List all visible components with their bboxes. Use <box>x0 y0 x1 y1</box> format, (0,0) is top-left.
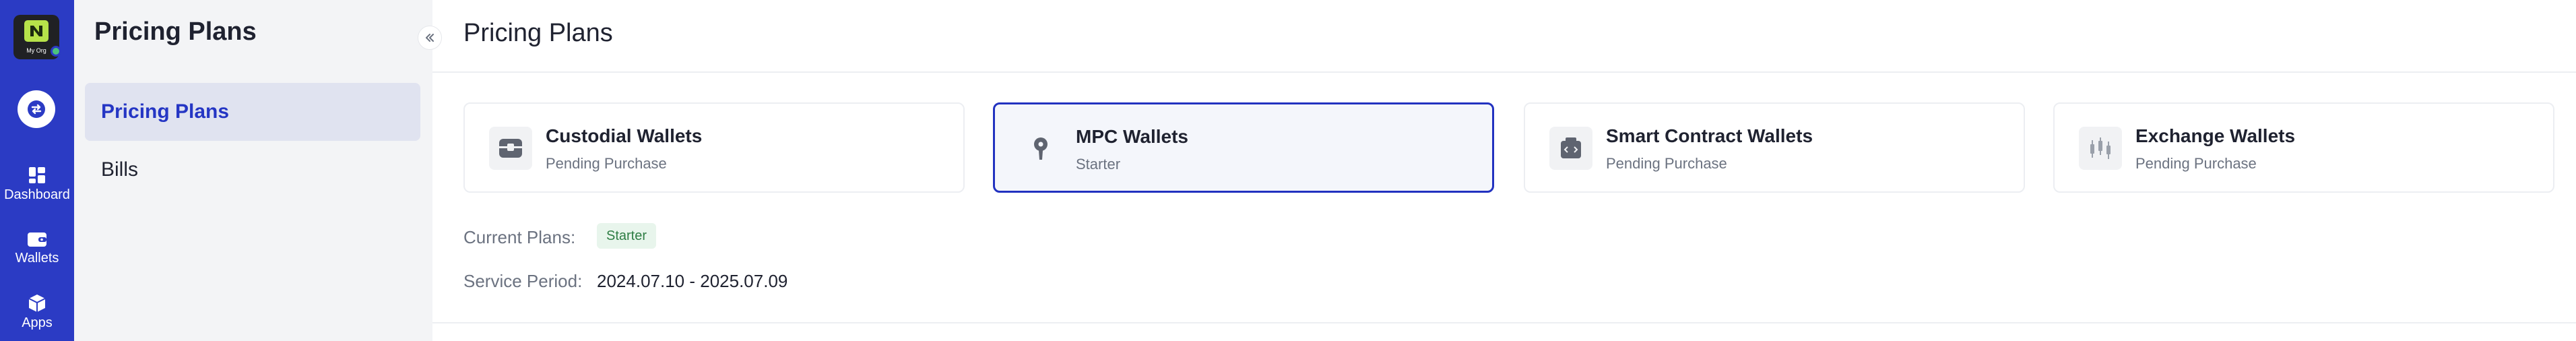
switch-button[interactable] <box>18 90 55 128</box>
status-dot <box>51 46 61 57</box>
divider <box>432 322 2576 323</box>
service-period-label: Service Period: <box>463 271 583 291</box>
swap-icon <box>28 100 45 118</box>
org-logo[interactable]: My Org <box>13 15 61 59</box>
plan-card-exchange[interactable]: Exchange Wallets Pending Purchase <box>2053 102 2554 193</box>
plan-status: Pending Purchase <box>2135 155 2257 172</box>
rail-item-dashboard[interactable]: Dashboard <box>0 166 74 203</box>
apps-icon <box>28 294 46 312</box>
sidebar-item-label: Pricing Plans <box>101 100 230 123</box>
plan-card-mpc[interactable]: MPC Wallets Starter <box>993 102 1494 193</box>
plan-status: Pending Purchase <box>546 155 667 172</box>
status-badge: Starter <box>597 223 657 249</box>
dashboard-icon <box>29 167 45 183</box>
wallet-icon <box>28 232 46 247</box>
page-title: Pricing Plans <box>463 19 613 47</box>
service-period-value: 2024.07.10 - 2025.07.09 <box>597 271 788 291</box>
rail-item-wallets[interactable]: Wallets <box>0 230 74 266</box>
sidebar-item-label: Bills <box>101 158 139 181</box>
plan-card-smart-contract[interactable]: Smart Contract Wallets Pending Purchase <box>1524 102 2025 193</box>
plan-name: Smart Contract Wallets <box>1606 125 1813 146</box>
vault-icon <box>489 127 532 170</box>
plan-name: Custodial Wallets <box>546 125 703 146</box>
logo-mark-icon <box>24 20 49 42</box>
plan-name: Exchange Wallets <box>2135 125 2296 146</box>
sidebar-item-bills[interactable]: Bills <box>85 141 420 199</box>
plan-name: MPC Wallets <box>1076 126 1188 147</box>
sidebar-title: Pricing Plans <box>94 18 257 46</box>
key-icon <box>1019 127 1062 170</box>
plan-status: Starter <box>1076 156 1121 173</box>
current-plans-label: Current Plans: <box>463 227 576 247</box>
plan-card-custodial[interactable]: Custodial Wallets Pending Purchase <box>463 102 965 193</box>
page-header: Pricing Plans <box>432 0 2576 73</box>
plan-status: Pending Purchase <box>1606 155 1727 172</box>
rail-item-label: Apps <box>22 315 53 330</box>
rail-item-label: Wallets <box>15 251 59 266</box>
rail-item-label: Dashboard <box>4 187 70 202</box>
exchange-chart-icon <box>2079 127 2122 170</box>
sidebar-item-pricing-plans[interactable]: Pricing Plans <box>85 83 420 141</box>
sidebar: Pricing Plans Pricing Plans Bills <box>74 0 432 341</box>
contract-icon <box>1549 127 1592 170</box>
app-rail: My Org Dashboard Wallets Apps <box>0 0 74 341</box>
rail-item-apps[interactable]: Apps <box>0 294 74 331</box>
